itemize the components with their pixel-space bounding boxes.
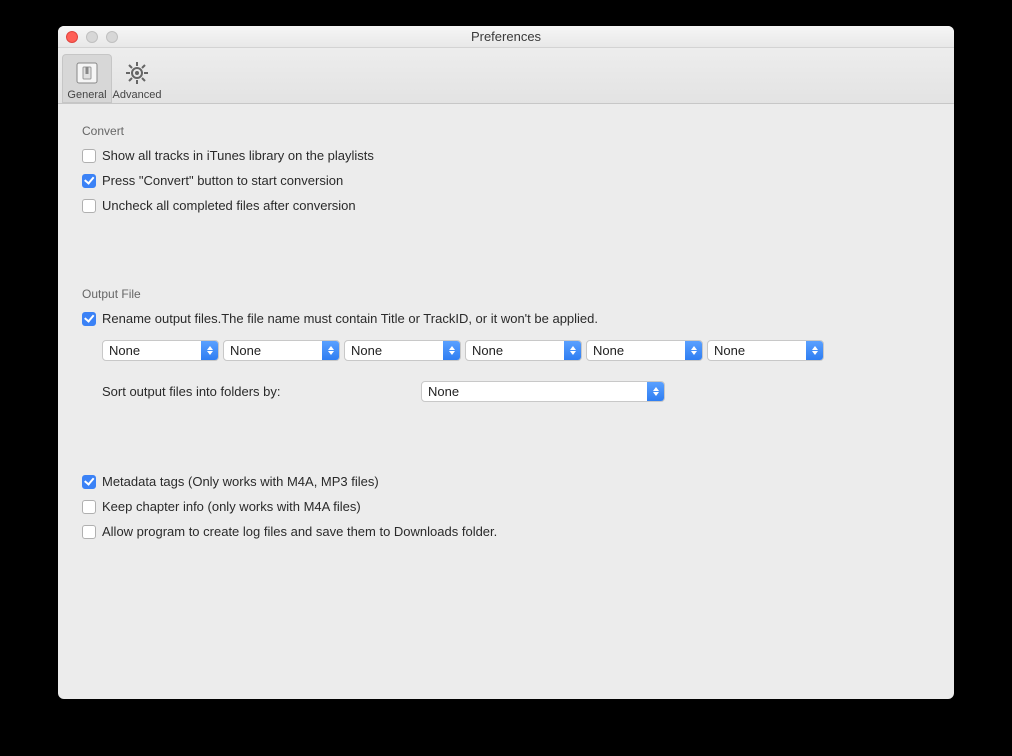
content-area: Convert Show all tracks in iTunes librar… <box>58 104 954 699</box>
window-title: Preferences <box>471 29 541 44</box>
metadata-tags-label: Metadata tags (Only works with M4A, MP3 … <box>102 474 379 489</box>
rename-fields-row: None None None None None None <box>102 340 930 361</box>
switch-icon <box>62 58 112 88</box>
sort-folders-label: Sort output files into folders by: <box>102 384 421 399</box>
show-all-tracks-label: Show all tracks in iTunes library on the… <box>102 148 374 163</box>
show-all-tracks-checkbox[interactable] <box>82 149 96 163</box>
keep-chapter-checkbox[interactable] <box>82 500 96 514</box>
toolbar-advanced[interactable]: Advanced <box>112 54 162 103</box>
toolbar-advanced-label: Advanced <box>112 89 162 101</box>
uncheck-completed-label: Uncheck all completed files after conver… <box>102 198 356 213</box>
sort-folders-dropdown[interactable]: None <box>421 381 665 402</box>
gear-icon <box>112 58 162 88</box>
output-section-header: Output File <box>82 287 930 301</box>
window-controls <box>66 31 118 43</box>
create-log-checkbox[interactable] <box>82 525 96 539</box>
chevron-updown-icon <box>647 382 664 401</box>
toolbar: General Advanced <box>58 48 954 104</box>
rename-field-5[interactable]: None <box>586 340 703 361</box>
toolbar-general-label: General <box>62 89 112 101</box>
rename-output-checkbox[interactable] <box>82 312 96 326</box>
chevron-updown-icon <box>685 341 702 360</box>
toolbar-general[interactable]: General <box>62 54 112 103</box>
keep-chapter-label: Keep chapter info (only works with M4A f… <box>102 499 361 514</box>
close-window-button[interactable] <box>66 31 78 43</box>
chevron-updown-icon <box>443 341 460 360</box>
rename-field-2[interactable]: None <box>223 340 340 361</box>
press-convert-checkbox[interactable] <box>82 174 96 188</box>
metadata-tags-checkbox[interactable] <box>82 475 96 489</box>
chevron-updown-icon <box>201 341 218 360</box>
convert-section-header: Convert <box>82 124 930 138</box>
rename-output-label: Rename output files.The file name must c… <box>102 311 598 326</box>
chevron-updown-icon <box>806 341 823 360</box>
zoom-window-button[interactable] <box>106 31 118 43</box>
press-convert-label: Press "Convert" button to start conversi… <box>102 173 343 188</box>
titlebar: Preferences <box>58 26 954 48</box>
preferences-window: Preferences General <box>58 26 954 699</box>
create-log-label: Allow program to create log files and sa… <box>102 524 497 539</box>
rename-field-3[interactable]: None <box>344 340 461 361</box>
rename-field-4[interactable]: None <box>465 340 582 361</box>
minimize-window-button[interactable] <box>86 31 98 43</box>
chevron-updown-icon <box>322 341 339 360</box>
rename-field-1[interactable]: None <box>102 340 219 361</box>
uncheck-completed-checkbox[interactable] <box>82 199 96 213</box>
rename-field-6[interactable]: None <box>707 340 824 361</box>
chevron-updown-icon <box>564 341 581 360</box>
